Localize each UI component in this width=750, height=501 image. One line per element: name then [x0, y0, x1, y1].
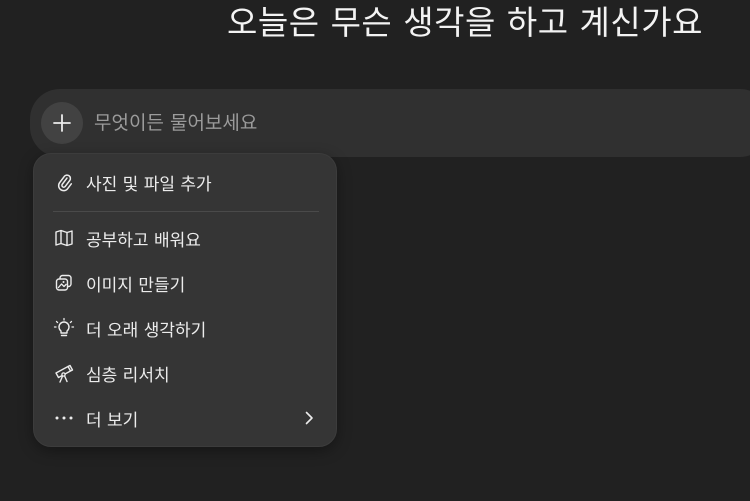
menu-divider: [53, 211, 319, 212]
lightbulb-icon: [53, 317, 75, 339]
menu-item-think-longer[interactable]: 더 오래 생각하기: [44, 309, 328, 347]
add-attachment-button[interactable]: [41, 102, 83, 144]
menu-item-label: 더 오래 생각하기: [86, 320, 207, 341]
book-icon: [53, 227, 75, 249]
menu-item-label: 심층 리서치: [86, 365, 170, 386]
menu-item-label: 이미지 만들기: [86, 275, 186, 296]
page: 오늘은 무슨 생각을 하고 계신가요 사진 및 파일 추가: [0, 0, 750, 501]
prompt-composer: [30, 89, 750, 157]
menu-item-label: 사진 및 파일 추가: [86, 174, 212, 195]
menu-item-more[interactable]: 더 보기: [44, 399, 328, 437]
menu-item-add-photos-files[interactable]: 사진 및 파일 추가: [44, 163, 328, 201]
plus-menu: 사진 및 파일 추가 공부하고 배워요 이미지 만들기 더 오래 생각하기 심층…: [33, 153, 337, 447]
menu-item-label: 더 보기: [86, 410, 139, 431]
more-dots-icon: [53, 407, 75, 429]
menu-item-deep-research[interactable]: 심층 리서치: [44, 354, 328, 392]
menu-item-study-learn[interactable]: 공부하고 배워요: [44, 219, 328, 257]
chevron-right-icon: [305, 411, 313, 425]
telescope-icon: [53, 362, 75, 384]
image-icon: [53, 272, 75, 294]
plus-icon: [53, 114, 71, 132]
page-title: 오늘은 무슨 생각을 하고 계신가요: [227, 3, 703, 42]
menu-item-create-image[interactable]: 이미지 만들기: [44, 264, 328, 302]
prompt-input[interactable]: [94, 109, 694, 137]
paperclip-icon: [53, 171, 75, 193]
menu-item-label: 공부하고 배워요: [86, 230, 201, 251]
